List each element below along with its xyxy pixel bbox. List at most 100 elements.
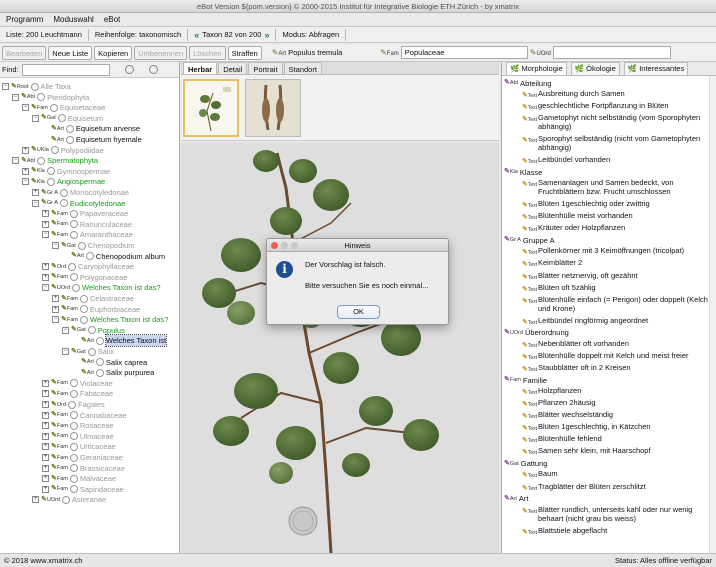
radio-icon[interactable]	[69, 421, 78, 430]
trait-item[interactable]: ✎Text Blüten 1geschlechtig, in Kätzchen	[522, 422, 714, 434]
radio-icon[interactable]	[69, 230, 78, 239]
expand-icon[interactable]: +	[32, 496, 39, 504]
trait-item[interactable]: ✎Text Blattstiele abgeflacht	[522, 526, 714, 538]
trait-item[interactable]: ✎Text Blütenhülle meist vorhanden	[522, 211, 714, 223]
radio-icon[interactable]	[79, 305, 88, 314]
tree-node[interactable]: − ✎Kla Angiospermae	[22, 176, 105, 187]
radio-icon[interactable]	[69, 474, 78, 483]
collapse-icon[interactable]: −	[62, 326, 69, 334]
neue-liste-button[interactable]: Neue Liste	[48, 45, 93, 60]
order-field[interactable]	[552, 46, 671, 59]
radio-icon[interactable]	[69, 453, 78, 462]
trait-item[interactable]: ✎Text Staubblätter oft in 2 Kreisen	[522, 363, 714, 375]
tab-standort[interactable]: Standort	[283, 62, 322, 74]
radio-icon[interactable]	[69, 220, 78, 229]
tab-herbar[interactable]: Herbar	[183, 62, 218, 74]
tab-morphologie[interactable]: 🌿 Morphologie	[506, 62, 567, 75]
radio-icon[interactable]	[49, 103, 58, 112]
trait-item[interactable]: ✎Text Samen sehr klein, mit Haarschopf	[522, 446, 714, 458]
tree-node[interactable]: − ✎Gat Equisetum	[32, 113, 103, 124]
radio-icon[interactable]	[68, 262, 77, 271]
expand-icon[interactable]: +	[22, 167, 29, 175]
radio-icon[interactable]	[79, 315, 88, 324]
collapse-icon[interactable]: −	[52, 316, 59, 324]
expand-icon[interactable]: +	[42, 443, 49, 451]
radio-icon[interactable]	[77, 241, 86, 250]
herbarium-thumbnail[interactable]	[183, 79, 239, 137]
trait-item[interactable]: ✎Text Blätter wechselständig	[522, 410, 714, 422]
radio-icon[interactable]	[46, 167, 55, 176]
radio-icon[interactable]	[68, 400, 77, 409]
tree-node[interactable]: ✎Art Chenopodium album	[62, 251, 165, 262]
radio-icon[interactable]	[69, 273, 78, 282]
collapse-icon[interactable]: −	[2, 83, 9, 90]
trait-item[interactable]: ✎Text Gametophyt nicht selbständig (vom S…	[522, 113, 714, 131]
collapse-icon[interactable]: −	[22, 104, 29, 112]
trait-item[interactable]: ✎Text Leitbündel vorhanden	[522, 155, 714, 167]
expand-icon[interactable]: +	[42, 390, 49, 398]
trait-item[interactable]: ✎Text Holzpflanzen	[522, 386, 714, 398]
radio-icon[interactable]	[69, 432, 78, 441]
tree-node[interactable]: − ✎Gat Chenopodium	[52, 240, 134, 251]
trait-item[interactable]: ✎Text Blätter netznervig, oft gezähnt	[522, 271, 714, 283]
radio-icon[interactable]	[85, 252, 94, 261]
radio-icon[interactable]	[37, 156, 46, 165]
trait-item[interactable]: ✎Text Blütenhülle einfach (= Perigon) ode…	[522, 295, 714, 313]
trait-item[interactable]: ✎Text Tragblätter der Blüten zerschlitzt	[522, 482, 714, 494]
radio-icon[interactable]	[69, 442, 78, 451]
radio-icon[interactable]	[69, 379, 78, 388]
expand-icon[interactable]: +	[42, 475, 49, 483]
tree-node[interactable]: − ✎UOrd Welches Taxon ist das?	[42, 282, 161, 293]
expand-icon[interactable]: +	[42, 220, 49, 228]
tab-detail[interactable]: Detail	[218, 62, 248, 74]
trait-item[interactable]: ✎Text Pollenkörner mit 3 Keimöffnungen (t…	[522, 246, 714, 258]
trait-item[interactable]: ✎Text Blätter rundlich, unterseits kahl o…	[522, 505, 714, 523]
expand-icon[interactable]: +	[42, 273, 49, 281]
trait-item[interactable]: ✎Text Sporophyt selbständig (nicht vom Ga…	[522, 134, 714, 152]
tree-node[interactable]: ✎Art Welches Taxon ist	[72, 334, 168, 348]
radio-icon[interactable]	[69, 411, 78, 420]
tree-node[interactable]: − ✎Abt Spermatophyta	[12, 155, 98, 166]
previous-taxon-icon[interactable]: «	[194, 29, 199, 41]
collapse-icon[interactable]: −	[62, 348, 69, 355]
radio-icon[interactable]	[72, 283, 81, 292]
collapse-icon[interactable]: −	[12, 93, 19, 101]
expand-icon[interactable]: +	[32, 189, 39, 196]
radio-icon[interactable]	[62, 495, 71, 504]
expand-icon[interactable]: +	[42, 411, 49, 419]
expand-icon[interactable]: +	[42, 379, 49, 387]
expand-icon[interactable]: +	[42, 401, 49, 408]
radio-icon[interactable]	[59, 199, 68, 208]
kopieren-button[interactable]: Kopieren	[94, 45, 133, 60]
collapse-icon[interactable]: −	[22, 178, 29, 186]
radio-icon[interactable]	[37, 93, 46, 102]
radio-icon[interactable]	[69, 209, 78, 218]
trait-item[interactable]: ✎Text Blütenhülle fehlend	[522, 434, 714, 446]
menu-ebot[interactable]: eBot	[104, 13, 120, 26]
trait-item[interactable]: ✎Text Ausbreitung durch Samen	[522, 89, 714, 101]
tab-portrait[interactable]: Portrait	[248, 62, 283, 74]
trait-item[interactable]: ✎Text Keimblätter 2	[522, 258, 714, 270]
radio-icon[interactable]	[65, 135, 74, 144]
expand-icon[interactable]: +	[22, 146, 29, 154]
expand-icon[interactable]: +	[52, 305, 59, 313]
find-next-icon[interactable]	[148, 65, 158, 74]
find-input[interactable]	[21, 63, 110, 76]
tree-node[interactable]: − ✎Root Alle Taxa	[2, 81, 71, 92]
radio-icon[interactable]	[59, 188, 68, 197]
trait-item[interactable]: ✎Text Blüten 1geschlechtig oder zwittrig	[522, 199, 714, 211]
radio-icon[interactable]	[87, 326, 96, 335]
expand-icon[interactable]: +	[52, 295, 59, 302]
collapse-icon[interactable]: −	[42, 284, 49, 292]
radio-icon[interactable]	[57, 114, 66, 123]
trait-item[interactable]: ✎Text Blüten oft 5zählig	[522, 283, 714, 295]
collapse-icon[interactable]: −	[52, 242, 59, 249]
tree-node[interactable]: − ✎Abt Pteridophyta	[12, 92, 89, 103]
trait-item[interactable]: ✎Text Baum	[522, 469, 714, 481]
tree-node[interactable]: − ✎Fam Amaranthaceae	[42, 229, 133, 240]
collapse-icon[interactable]: −	[42, 231, 49, 239]
tree-node[interactable]: − ✎Fam Welches Taxon ist das?	[52, 314, 168, 325]
trait-item[interactable]: ✎Text Pflanzen 2häusig	[522, 398, 714, 410]
bearbeiten-button[interactable]: Bearbeiten	[2, 45, 47, 60]
trait-item[interactable]: ✎Text Kräuter oder Holzpflanzen	[522, 223, 714, 235]
